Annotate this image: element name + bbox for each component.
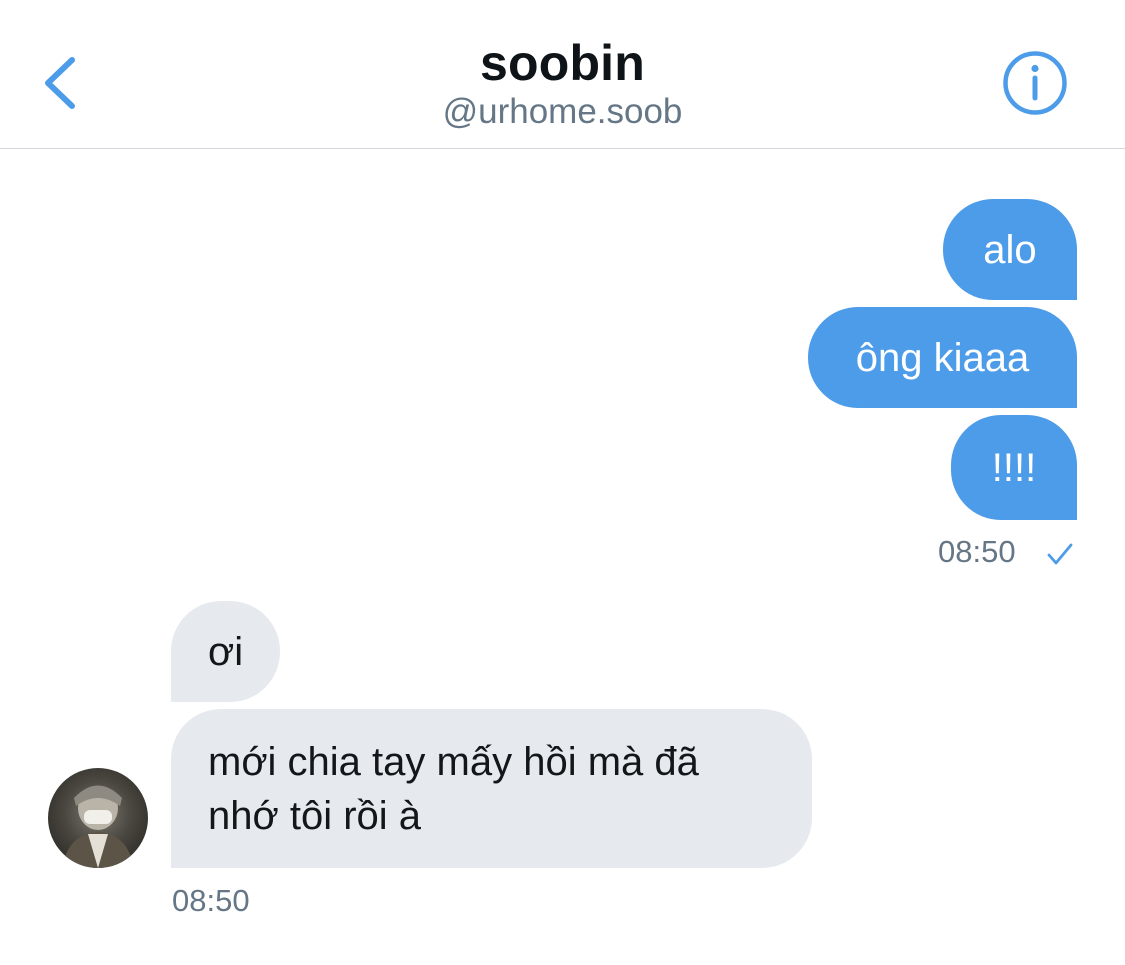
info-icon (1003, 51, 1067, 115)
message-text: mới chia tay mấy hồi mà đã nhớ tôi rồi à (208, 739, 699, 838)
message-text: alo (983, 227, 1037, 272)
message-text: ơi (208, 629, 244, 674)
conversation-title[interactable]: soobin (0, 34, 1125, 92)
info-button[interactable] (1002, 50, 1068, 116)
sent-message-bubble[interactable]: ông kiaaa (808, 307, 1077, 408)
sent-message-bubble[interactable]: !!!! (951, 415, 1077, 520)
conversation-handle[interactable]: @urhome.soob (0, 92, 1125, 132)
sent-timestamp: 08:50 (938, 534, 1016, 569)
avatar-image (62, 785, 134, 868)
message-text: !!!! (991, 445, 1037, 490)
checkmark-icon (1047, 543, 1073, 565)
received-message-bubble[interactable]: ơi (171, 601, 280, 702)
avatar[interactable] (48, 768, 148, 868)
dm-conversation-screen: soobin @urhome.soob alo ông kiaaa !!!! 0… (0, 0, 1125, 965)
received-message-bubble[interactable]: mới chia tay mấy hồi mà đã nhớ tôi rồi à (171, 709, 812, 868)
message-text: ông kiaaa (855, 335, 1030, 380)
conversation-header: soobin @urhome.soob (0, 0, 1125, 149)
received-timestamp: 08:50 (172, 883, 250, 918)
sent-message-bubble[interactable]: alo (943, 199, 1077, 300)
